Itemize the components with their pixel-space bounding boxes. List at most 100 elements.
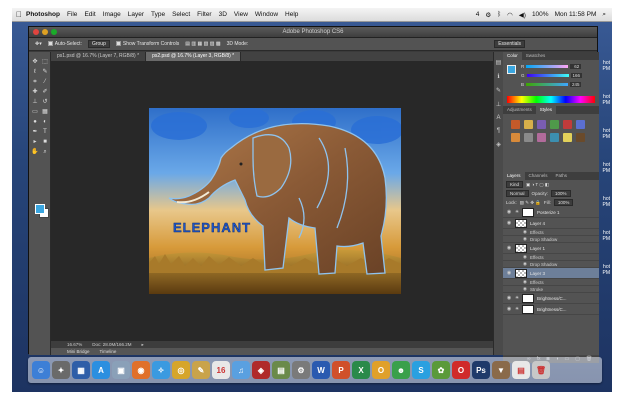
photo-booth-icon[interactable]: ◈ xyxy=(252,361,270,379)
style-swatch[interactable] xyxy=(576,133,585,142)
history-brush-icon[interactable]: ↺ xyxy=(41,98,49,106)
crop-tool-icon[interactable]: ⌗ xyxy=(31,78,39,86)
show-transform-controls[interactable]: Show Transform Controls xyxy=(115,41,179,47)
brush-panel-icon[interactable]: ✎ xyxy=(494,87,503,94)
layer-effect-row[interactable]: ◉ Drop Shadow xyxy=(503,261,599,268)
iphoto-icon[interactable]: ▤ xyxy=(272,361,290,379)
bluetooth-icon[interactable]: ᛒ xyxy=(497,11,501,18)
blur-tool-icon[interactable]: ● xyxy=(31,118,39,126)
layer-row[interactable]: ◉ Layer 1 xyxy=(503,243,599,254)
system-preferences-icon[interactable]: ⚙ xyxy=(292,361,310,379)
lasso-tool-icon[interactable]: ℓ xyxy=(31,68,39,76)
effect-eye-icon[interactable]: ◉ xyxy=(523,279,527,285)
properties-panel-icon[interactable]: ℹ xyxy=(494,73,503,80)
itunes-icon[interactable]: ♫ xyxy=(232,361,250,379)
wifi-icon[interactable]: ◠ xyxy=(507,11,513,19)
color-panel-foreground[interactable] xyxy=(507,65,516,74)
shape-tool-icon[interactable]: ■ xyxy=(41,138,49,146)
style-swatch[interactable] xyxy=(537,120,546,129)
mission-control-icon[interactable]: ▦ xyxy=(72,361,90,379)
menu-layer[interactable]: Layer xyxy=(128,11,144,18)
tab-layers[interactable]: Layers xyxy=(503,172,525,180)
style-swatch[interactable] xyxy=(563,120,572,129)
calendar-icon[interactable]: 16 xyxy=(212,361,230,379)
word-icon[interactable]: W xyxy=(312,361,330,379)
gear-icon[interactable]: ⚙ xyxy=(485,11,491,19)
style-swatch[interactable] xyxy=(511,133,520,142)
canvas-area[interactable]: ELEPHANT xyxy=(51,61,493,341)
show-transform-checkbox[interactable] xyxy=(115,41,121,47)
photoshop-icon[interactable]: Ps xyxy=(472,361,490,379)
dodge-tool-icon[interactable]: ◐ xyxy=(41,118,49,126)
effect-eye-icon[interactable]: ◉ xyxy=(523,254,527,260)
tab-swatches[interactable]: Swatches xyxy=(522,52,550,60)
elephant-artwork[interactable]: ELEPHANT xyxy=(149,108,401,294)
auto-select-dropdown[interactable]: Group xyxy=(87,40,110,48)
effect-eye-icon[interactable]: ◉ xyxy=(523,236,527,242)
volume-icon[interactable]: ◀) xyxy=(519,11,526,19)
effect-eye-icon[interactable]: ◉ xyxy=(523,229,527,235)
safari-icon[interactable]: ✧ xyxy=(152,361,170,379)
layer-row[interactable]: ◉ ☀ Brightness/C... xyxy=(503,293,599,304)
menu-window[interactable]: Window xyxy=(255,11,278,18)
layer-thumbnail[interactable] xyxy=(522,293,535,303)
photos-icon[interactable]: ✿ xyxy=(432,361,450,379)
preview-icon[interactable]: ▣ xyxy=(112,361,130,379)
tab-color[interactable]: Color xyxy=(503,52,522,60)
menu-image[interactable]: Image xyxy=(103,11,121,18)
lock-icons[interactable]: ▨ ✎ ✥ 🔒 xyxy=(520,200,541,206)
tab-adjustments[interactable]: Adjustments xyxy=(503,106,536,114)
red-slider[interactable]: R 62 xyxy=(521,64,582,69)
layer-effect-row[interactable]: ◉ Stroke xyxy=(503,286,599,293)
layer-row[interactable]: ◉ Layer 3 xyxy=(503,268,599,279)
chrome-icon[interactable]: ◎ xyxy=(172,361,190,379)
tab-channels[interactable]: Channels xyxy=(525,172,552,180)
app-store-icon[interactable]: A xyxy=(92,361,110,379)
style-swatch[interactable] xyxy=(524,120,533,129)
layer-thumbnail[interactable] xyxy=(515,243,527,253)
path-select-icon[interactable]: ▸ xyxy=(31,138,39,146)
menu-view[interactable]: View xyxy=(234,11,248,18)
menu-app-name[interactable]: Photoshop xyxy=(26,11,60,18)
visibility-eye-icon[interactable]: ◉ xyxy=(506,270,512,276)
align-icons[interactable]: ▤ ▥ ▦ ▧ ▨ ▩ xyxy=(185,41,220,47)
kind-filter-dropdown[interactable]: Kind xyxy=(506,181,524,188)
tab-mini-bridge[interactable]: Mini Bridge xyxy=(67,349,90,354)
eraser-tool-icon[interactable]: ▭ xyxy=(31,108,39,116)
visibility-eye-icon[interactable]: ◉ xyxy=(506,245,512,251)
style-swatch[interactable] xyxy=(511,120,520,129)
layer-thumbnail[interactable] xyxy=(515,268,527,278)
battery-level[interactable]: 100% xyxy=(532,11,549,18)
foreground-color-swatch[interactable] xyxy=(35,204,45,214)
opacity-value[interactable]: 100% xyxy=(551,190,571,197)
status-arrow-icon[interactable]: ▸ xyxy=(142,342,144,348)
paragraph-panel-icon[interactable]: ¶ xyxy=(494,128,503,134)
workspace-dropdown[interactable]: Essentials xyxy=(494,40,525,48)
visibility-eye-icon[interactable]: ◉ xyxy=(506,209,512,215)
character-panel-icon[interactable]: A xyxy=(494,115,503,121)
pen-tool-icon[interactable]: ✒ xyxy=(31,128,39,136)
hand-tool-icon[interactable]: ✋ xyxy=(31,148,39,156)
style-swatch[interactable] xyxy=(576,120,585,129)
tab-timeline[interactable]: Timeline xyxy=(100,349,117,354)
color-spectrum[interactable] xyxy=(507,96,595,103)
powerpoint-icon[interactable]: P xyxy=(332,361,350,379)
blend-mode-dropdown[interactable]: Normal xyxy=(506,190,529,197)
type-tool-icon[interactable]: T xyxy=(41,128,49,136)
filter-icons[interactable]: ▣ ◑ T ▢ ◧ xyxy=(526,182,549,188)
doc-size[interactable]: Doc: 28.0M/166.2M xyxy=(92,342,131,347)
visibility-eye-icon[interactable]: ◉ xyxy=(506,220,512,226)
menu-3d[interactable]: 3D xyxy=(219,11,227,18)
layer-row[interactable]: ◉ Layer 4 xyxy=(503,218,599,229)
layer-effect-row[interactable]: ◉ Drop Shadow xyxy=(503,236,599,243)
brush-tool-icon[interactable]: ✐ xyxy=(41,88,49,96)
effect-eye-icon[interactable]: ◉ xyxy=(523,286,527,292)
marquee-tool-icon[interactable]: ⬚ xyxy=(41,58,49,66)
menu-file[interactable]: File xyxy=(67,11,77,18)
layer-thumbnail[interactable] xyxy=(522,304,535,314)
messenger-icon[interactable]: ☻ xyxy=(392,361,410,379)
layer-effect-row[interactable]: ◉ Effects xyxy=(503,254,599,261)
menu-type[interactable]: Type xyxy=(151,11,165,18)
tab-styles[interactable]: Styles xyxy=(535,106,557,114)
red-value[interactable]: 62 xyxy=(570,64,582,69)
